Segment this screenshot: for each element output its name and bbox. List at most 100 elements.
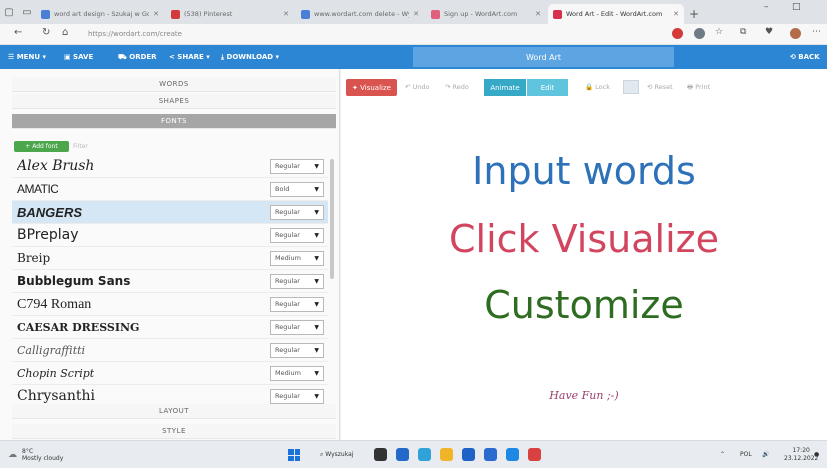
document-title[interactable]: Word Art (413, 47, 674, 67)
browser-tab[interactable]: Word Art - Edit - WordArt.com ✕ (548, 4, 684, 24)
close-icon[interactable]: ✕ (535, 10, 541, 18)
font-row[interactable]: C794 Roman Regular ▼ (12, 293, 328, 316)
extension-icon[interactable] (694, 28, 705, 39)
browser-tab[interactable]: (538) Pinterest ✕ (166, 4, 294, 24)
font-row[interactable]: BANGERS Regular ▼ (12, 201, 328, 224)
address-bar: ← ↻ ⌂ https://wordart.com/create ☆ ⧉ ♥ ⋯ (0, 24, 827, 45)
font-row[interactable]: CAESAR DRESSING Regular ▼ (12, 316, 328, 339)
refresh-icon[interactable]: ↻ (42, 27, 50, 38)
minimize-button[interactable]: – (764, 2, 769, 12)
section-words[interactable]: WORDS (12, 77, 336, 92)
home-icon[interactable]: ⌂ (62, 27, 68, 38)
font-row[interactable]: BPreplay Regular ▼ (12, 224, 328, 247)
font-style-select[interactable]: Regular ▼ (270, 205, 324, 220)
close-icon[interactable]: ✕ (153, 10, 159, 18)
close-icon[interactable]: ✕ (413, 10, 419, 18)
favorites-icon[interactable]: ☆ (715, 27, 723, 37)
scrollbar-thumb[interactable] (330, 159, 334, 279)
mail-icon[interactable] (484, 448, 497, 461)
filter-input[interactable]: Filter (73, 143, 88, 150)
tray-overflow-icon[interactable]: ⌃ (720, 451, 725, 458)
browser-tab[interactable]: Sign up - WordArt.com ✕ (426, 4, 546, 24)
font-row[interactable]: Alex Brush Regular ▼ (12, 155, 328, 178)
font-style-select[interactable]: Bold ▼ (270, 182, 324, 197)
font-style-select[interactable]: Medium ▼ (270, 366, 324, 381)
app-toolbar: ☰ MENU ▾ ▣ SAVE ⛟ ORDER < SHARE ▾ ⤓ DOWN… (0, 45, 827, 69)
font-row[interactable]: Chopin Script Medium ▼ (12, 362, 328, 385)
url-field[interactable]: https://wordart.com/create (88, 30, 182, 38)
print-button[interactable]: 🖶 Print (687, 83, 710, 94)
avatar[interactable] (790, 28, 801, 39)
heart-icon[interactable]: ♥ (765, 27, 773, 37)
more-icon[interactable]: ⋯ (812, 27, 821, 37)
font-style-select[interactable]: Regular ▼ (270, 228, 324, 243)
background-color-swatch[interactable] (623, 80, 639, 94)
windows-start-icon[interactable] (288, 449, 300, 461)
visualize-button[interactable]: ✦ Visualize (346, 79, 397, 96)
volume-icon[interactable]: 🔊 (762, 451, 769, 458)
font-row[interactable]: AMATIC Bold ▼ (12, 178, 328, 201)
chevron-down-icon: ▼ (314, 347, 319, 354)
lock-button[interactable]: 🔒 Lock (585, 83, 610, 91)
edge-icon[interactable] (418, 448, 431, 461)
undo-button[interactable]: ↶ Undo (405, 83, 430, 91)
taskbar-search[interactable]: ⌕ Wyszukaj (320, 451, 353, 459)
order-button[interactable]: ⛟ ORDER (118, 53, 157, 62)
task-view-icon[interactable] (374, 448, 387, 461)
menu-button[interactable]: ☰ MENU ▾ (8, 53, 46, 61)
canvas-text-line-4: Have Fun ;-) (549, 389, 619, 402)
section-style[interactable]: STYLE (12, 424, 336, 439)
tray-language[interactable]: POL (740, 451, 752, 458)
close-icon[interactable]: ✕ (673, 10, 679, 18)
store-icon[interactable] (506, 448, 519, 461)
font-row[interactable]: Calligraffitti Regular ▼ (12, 339, 328, 362)
font-name: BPreplay (17, 227, 79, 243)
word-icon[interactable] (462, 448, 475, 461)
font-style-select[interactable]: Regular ▼ (270, 343, 324, 358)
download-button[interactable]: ⤓ DOWNLOAD ▾ (221, 53, 279, 62)
collections-icon[interactable]: ⧉ (740, 27, 746, 37)
chat-icon[interactable] (396, 448, 409, 461)
chevron-down-icon: ▼ (314, 301, 319, 308)
chevron-down-icon: ▼ (314, 255, 319, 262)
notification-icon[interactable]: ● (814, 451, 819, 458)
back-arrow-icon[interactable]: ← (14, 27, 22, 38)
font-style-select[interactable]: Regular ▼ (270, 159, 324, 174)
chevron-down-icon: ▼ (314, 278, 319, 285)
workspace-icon[interactable]: ▭ (18, 0, 36, 24)
font-style-select[interactable]: Regular ▼ (270, 389, 324, 404)
animate-button[interactable]: Animate (484, 79, 526, 96)
font-style-select[interactable]: Medium ▼ (270, 251, 324, 266)
font-row[interactable]: Bubblegum Sans Regular ▼ (12, 270, 328, 293)
save-button[interactable]: ▣ SAVE (64, 53, 93, 61)
font-list-scrollbar[interactable] (330, 155, 335, 405)
font-style-select[interactable]: Regular ▼ (270, 297, 324, 312)
tab-actions-icon[interactable]: ▢ (0, 0, 18, 24)
font-style-select[interactable]: Regular ▼ (270, 320, 324, 335)
extension-icon[interactable] (672, 28, 683, 39)
font-style-value: Bold (275, 185, 290, 193)
reset-button[interactable]: ⟲ Reset (647, 83, 673, 91)
app-icon[interactable] (528, 448, 541, 461)
maximize-button[interactable]: □ (792, 2, 801, 12)
new-tab-button[interactable]: + (686, 4, 702, 24)
edit-button[interactable]: Edit (527, 79, 568, 96)
redo-button[interactable]: ↷ Redo (445, 83, 469, 91)
section-fonts[interactable]: FONTS (12, 114, 336, 129)
file-explorer-icon[interactable] (440, 448, 453, 461)
font-row[interactable]: Breip Medium ▼ (12, 247, 328, 270)
section-shapes[interactable]: SHAPES (12, 94, 336, 109)
font-style-value: Regular (275, 323, 300, 331)
close-icon[interactable]: ✕ (283, 10, 289, 18)
font-style-select[interactable]: Regular ▼ (270, 274, 324, 289)
chevron-down-icon: ▼ (314, 232, 319, 239)
weather-widget[interactable]: 8°C Mostly cloudy (22, 448, 63, 462)
chevron-down-icon: ▼ (314, 393, 319, 400)
back-button[interactable]: ⟲ BACK (790, 53, 820, 61)
share-button[interactable]: < SHARE ▾ (169, 53, 210, 61)
browser-tab[interactable]: www.wordart.com delete - Wys ✕ (296, 4, 424, 24)
section-layout[interactable]: LAYOUT (12, 404, 336, 419)
add-font-button[interactable]: + Add font (14, 141, 69, 152)
browser-tab[interactable]: word art design - Szukaj w Goo ✕ (36, 4, 164, 24)
canvas-text-line-2: Click Visualize (449, 217, 719, 261)
